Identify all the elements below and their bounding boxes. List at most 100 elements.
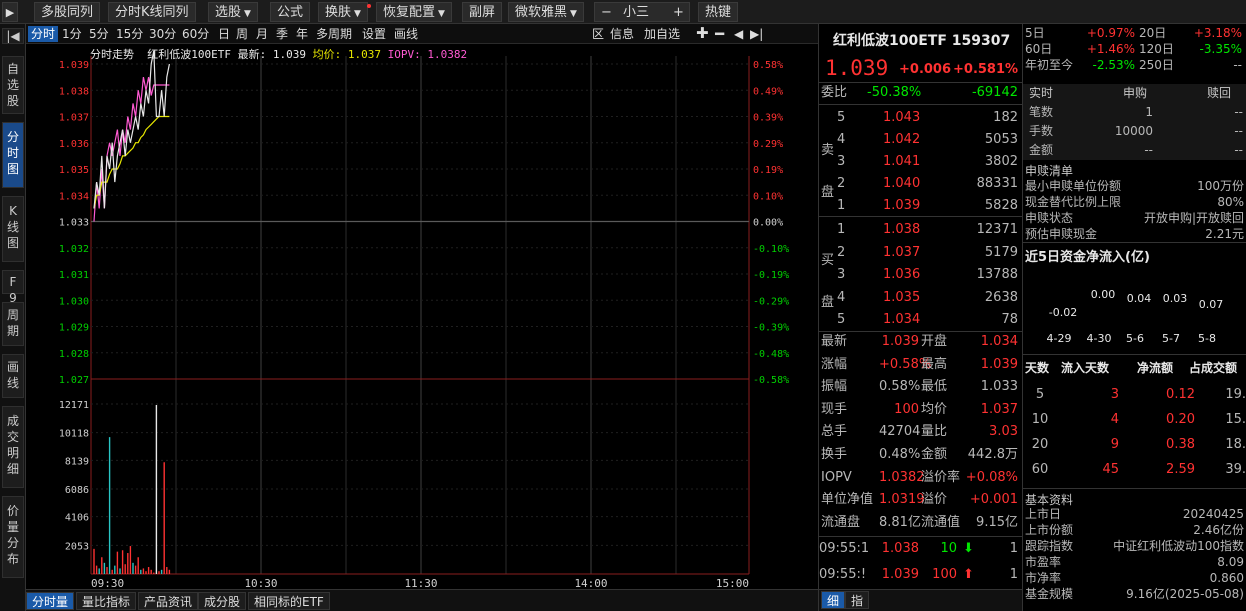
period-30min[interactable]: 30分 <box>147 26 178 42</box>
tick-count: 1 <box>1009 567 1018 582</box>
nav-drawline[interactable]: 画线 <box>2 354 24 398</box>
nav-kline[interactable]: K线图 <box>2 196 24 262</box>
tab-volume[interactable]: 分时量 <box>26 592 75 610</box>
minus-icon[interactable]: ━ <box>713 26 726 42</box>
flow-inflow-days: 45 <box>1102 462 1119 477</box>
stat-label: 流通盘 <box>821 514 861 530</box>
period-week[interactable]: 周 <box>234 26 250 42</box>
stat-value: 1.0319 <box>879 492 925 508</box>
period-day[interactable]: 日 <box>216 26 232 42</box>
top-toolbar: ▶ 多股同列 分时K线同列 选股 ▼ 公式 换肤 ▼ 恢复配置 ▼ 副屏 微软雅黑 ▼ … <box>0 0 1246 24</box>
skin-dropdown[interactable]: 换肤 ▼ <box>318 2 371 22</box>
level-number: 4 <box>837 289 846 305</box>
tab-volume-ratio[interactable]: 量比指标 <box>76 592 137 610</box>
stock-picker-dropdown[interactable]: 选股 ▼ <box>208 2 258 22</box>
move-left-icon[interactable]: ◀ <box>732 26 745 42</box>
list-row: 最小申赎单位份额 100万份 <box>1023 178 1246 194</box>
flow-row: 60 45 2.59 39. <box>1023 460 1246 480</box>
font-size-label: 小三 <box>623 5 650 20</box>
stat-value: 3.03 <box>989 424 1018 440</box>
secondary-screen-button[interactable]: 副屏 <box>462 2 503 22</box>
arrow-down-icon: ⬇ <box>963 541 974 556</box>
flow-title: 近5日资金净流入(亿) <box>1025 250 1150 265</box>
range-button[interactable]: 区 <box>590 26 606 42</box>
restore-config-dropdown[interactable]: 恢复配置 ▼ <box>376 2 452 22</box>
tick-price: 1.038 <box>881 541 919 556</box>
level-number: 2 <box>837 244 846 260</box>
hotkey-button[interactable]: 热键 <box>698 2 739 22</box>
formula-button[interactable]: 公式 <box>270 2 311 22</box>
ask-volume: 88331 <box>976 176 1018 191</box>
nav-period[interactable]: 周期 <box>2 302 24 346</box>
period-bar: 分时 1分 5分 15分 30分 60分 日 周 月 季 年 多周期 设置 画线… <box>26 24 818 44</box>
notification-dot <box>366 4 371 8</box>
list-value: 2.21元 <box>1205 227 1244 241</box>
price-tick-label: 1.027 <box>59 375 89 386</box>
font-dropdown[interactable]: 微软雅黑 ▼ <box>508 2 584 22</box>
tab-constituents[interactable]: 成分股 <box>198 592 247 610</box>
move-right-end-icon[interactable]: ▶| <box>748 26 765 42</box>
collapse-icon[interactable]: ▶ <box>2 2 18 22</box>
volume-tick-label: 10118 <box>59 429 89 440</box>
tick-price: 1.039 <box>881 567 919 582</box>
timeshare-kline-button[interactable]: 分时K线同列 <box>108 2 196 22</box>
nav-char: 画 <box>6 360 19 374</box>
period-quarter[interactable]: 季 <box>274 26 290 42</box>
stat-row: IOPV 1.0382 溢价率 +0.08% <box>819 468 1022 488</box>
tab-same-index-etf[interactable]: 相同标的ETF <box>248 592 330 610</box>
nav-f9[interactable]: F9 <box>2 270 24 305</box>
nav-char: 期 <box>6 324 19 338</box>
period-month[interactable]: 月 <box>254 26 270 42</box>
add-watchlist-button[interactable]: 加自选 <box>642 26 682 42</box>
sub-row: 手数 10000 -- <box>1023 121 1246 141</box>
period-timeshare[interactable]: 分时 <box>28 26 59 42</box>
flow-date-label: 5-6 <box>1126 332 1144 345</box>
plus-icon[interactable]: ✚ <box>694 26 711 42</box>
stat-label: 现手 <box>821 401 848 417</box>
volume-tick-label: 4106 <box>65 513 89 524</box>
level-number: 3 <box>837 267 846 282</box>
font-label: 微软雅黑 <box>515 5 568 20</box>
pct-tick-label: 0.19% <box>753 165 783 176</box>
flow-pct: 39. <box>1225 462 1246 477</box>
font-size-decrease-button[interactable]: − <box>601 3 612 23</box>
period-5min[interactable]: 5分 <box>87 26 111 42</box>
basic-label: 市盈率 <box>1025 555 1062 569</box>
pct-tick-label: -0.19% <box>753 270 789 281</box>
tab-detail[interactable]: 细 <box>821 591 846 609</box>
flow-header-net: 净流额 <box>1137 361 1174 375</box>
info-button[interactable]: 信息 <box>608 26 636 42</box>
nav-trade-detail[interactable]: 成交明细 <box>2 406 24 488</box>
nav-price-volume[interactable]: 价量分布 <box>2 496 24 578</box>
stat-value: 8.81亿 <box>879 514 921 530</box>
multi-stock-button[interactable]: 多股同列 <box>34 2 101 22</box>
period-year[interactable]: 年 <box>294 26 310 42</box>
restore-config-label: 恢复配置 <box>383 5 436 20</box>
pct-tick-label: 0.58% <box>753 60 783 71</box>
stat-label: 金额 <box>921 447 948 462</box>
tab-index[interactable]: 指 <box>845 591 870 609</box>
nav-watchlist[interactable]: 自选股 <box>2 56 24 114</box>
price-tick-label: 1.034 <box>59 191 89 202</box>
timeshare-chart[interactable]: 1.039 0.58% 1.038 0.49% 1.037 0.39% 1.036 0.29%… <box>26 44 818 589</box>
ask-price: 1.041 <box>883 154 921 169</box>
flow-days: 60 <box>1031 462 1049 477</box>
pct-tick-label: 0.49% <box>753 86 783 97</box>
font-size-control: − 小三 + <box>594 2 690 22</box>
settings-button[interactable]: 设置 <box>360 26 388 42</box>
flow-header-pct: 占成交额 <box>1189 361 1238 375</box>
list-value: 80% <box>1217 195 1244 209</box>
security-title: 红利低波100ETF 159307 <box>833 30 1010 50</box>
drawline-button[interactable]: 画线 <box>392 26 420 42</box>
panel-toggle-icon[interactable]: |◀ <box>2 28 24 44</box>
nav-timeshare[interactable]: 分时图 <box>2 122 24 188</box>
bid-row: 1 1.038 12371 <box>819 220 1022 240</box>
basic-row: 上市份额 2.46亿份 <box>1023 522 1246 538</box>
period-60min[interactable]: 60分 <box>180 26 211 42</box>
tab-product-info[interactable]: 产品资讯 <box>138 592 199 610</box>
font-size-increase-button[interactable]: + <box>673 3 684 23</box>
period-multi[interactable]: 多周期 <box>314 26 354 42</box>
period-1min[interactable]: 1分 <box>60 26 84 42</box>
period-15min[interactable]: 15分 <box>114 26 145 42</box>
sub-header-redeem: 赎回 <box>1207 86 1232 100</box>
